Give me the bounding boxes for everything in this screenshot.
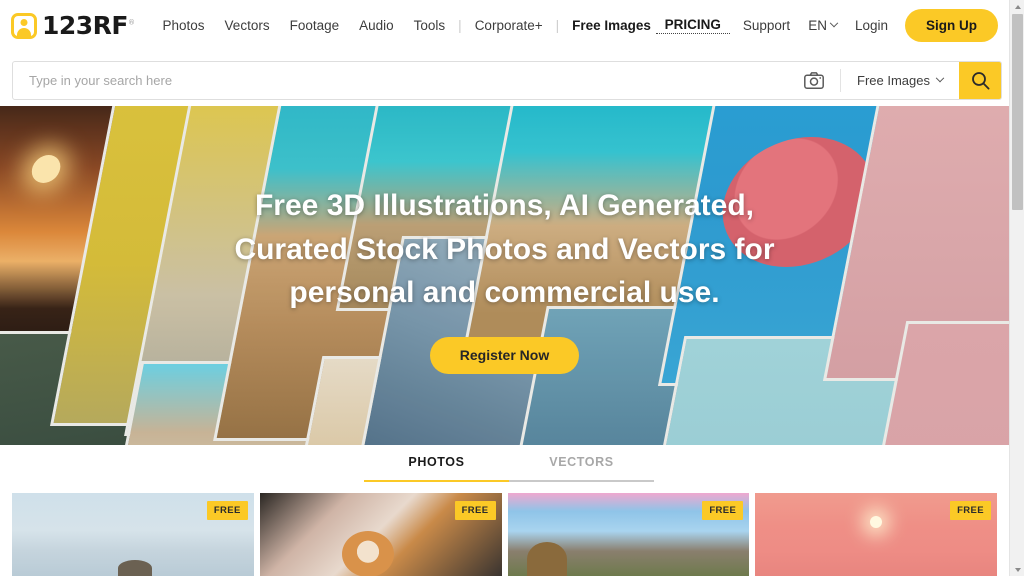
nav-item-photos[interactable]: Photos	[153, 18, 215, 33]
hero-title: Free 3D Illustrations, AI Generated, Cur…	[225, 184, 785, 315]
free-badge[interactable]: FREE	[206, 501, 248, 520]
hero-title-line-3: personal and commercial use.	[289, 276, 720, 309]
pricing-link[interactable]: PRICING	[655, 17, 730, 34]
browser-viewport: 123RF® Photos Vectors Footage Audio Tool…	[0, 0, 1024, 576]
language-selector[interactable]: EN	[799, 18, 846, 33]
hero-title-line-2: Curated Stock Photos and Vectors for	[234, 232, 775, 266]
magnifier-icon	[971, 72, 990, 90]
nav-separator-2: |	[555, 18, 560, 33]
hero-title-line-1: Free 3D Illustrations, AI Generated,	[254, 189, 755, 222]
chevron-down-icon	[935, 73, 945, 82]
thumbnail-item[interactable]: FREE	[755, 493, 997, 576]
registered-mark: ®	[128, 18, 135, 27]
nav-separator-1: |	[458, 18, 462, 33]
search-category-dropdown[interactable]: Free Images	[841, 62, 959, 99]
header-utility-nav: PRICING Support EN Login Sign Up	[654, 0, 998, 51]
search-input[interactable]	[13, 62, 789, 99]
search-submit-button[interactable]	[959, 62, 1001, 99]
search-category-label: Free Images	[857, 73, 930, 88]
sign-up-button[interactable]: Sign Up	[905, 9, 998, 42]
logo-text: 123RF®	[42, 13, 135, 38]
login-link[interactable]: Login	[846, 18, 897, 33]
nav-item-vectors[interactable]: Vectors	[215, 18, 280, 33]
chevron-down-icon	[829, 18, 839, 27]
page-content: 123RF® Photos Vectors Footage Audio Tool…	[0, 0, 1009, 576]
nav-item-corporate-plus[interactable]: Corporate+	[465, 18, 553, 33]
nav-item-footage[interactable]: Footage	[280, 18, 350, 33]
nav-item-audio[interactable]: Audio	[349, 18, 404, 33]
scroll-up-arrow-icon[interactable]	[1010, 0, 1024, 13]
thumbnail-item[interactable]: FREE	[259, 493, 502, 576]
hero-banner: Free 3D Illustrations, AI Generated, Cur…	[0, 106, 1009, 445]
camera-icon	[804, 72, 824, 89]
support-link[interactable]: Support	[734, 18, 799, 33]
thumbnail-row: FREE FREE FREE FREE	[12, 493, 997, 576]
site-header: 123RF® Photos Vectors Footage Audio Tool…	[0, 0, 1009, 51]
vertical-scrollbar[interactable]	[1009, 0, 1024, 576]
tab-vectors[interactable]: VECTORS	[509, 455, 654, 482]
free-badge[interactable]: FREE	[454, 501, 496, 520]
main-nav: Photos Vectors Footage Audio Tools | Cor…	[153, 18, 661, 33]
content-tabs: PHOTOS VECTORS	[364, 455, 654, 482]
search-bar: Free Images	[12, 61, 1002, 100]
free-badge[interactable]: FREE	[950, 501, 991, 520]
free-badge[interactable]: FREE	[702, 501, 744, 520]
hero-content: Free 3D Illustrations, AI Generated, Cur…	[0, 106, 1009, 445]
site-logo[interactable]: 123RF®	[11, 11, 135, 41]
register-now-button[interactable]: Register Now	[429, 336, 580, 374]
language-label: EN	[808, 18, 827, 33]
scrollbar-thumb[interactable]	[1012, 14, 1023, 210]
scroll-down-arrow-icon[interactable]	[1010, 563, 1024, 576]
tab-photos[interactable]: PHOTOS	[364, 455, 509, 482]
thumbnail-item[interactable]: FREE	[12, 493, 254, 576]
camera-search-button[interactable]	[788, 62, 841, 99]
nav-item-tools[interactable]: Tools	[404, 18, 456, 33]
123rf-avatar-icon	[11, 12, 37, 39]
logo-wordmark: 123RF	[42, 11, 129, 40]
nav-item-free-images[interactable]: Free Images	[562, 18, 661, 33]
thumbnail-item[interactable]: FREE	[507, 493, 750, 576]
